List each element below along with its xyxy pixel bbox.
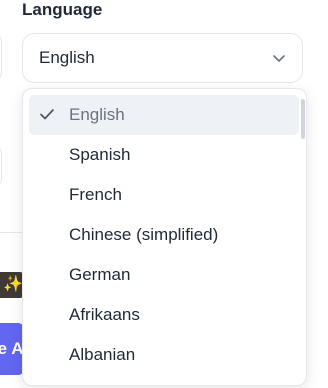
language-option-english[interactable]: English: [29, 95, 299, 135]
dropdown-scrollbar[interactable]: [301, 99, 305, 139]
checkmark-icon: [40, 109, 54, 120]
chevron-down-icon: [273, 55, 285, 62]
background-divider: [0, 232, 24, 233]
language-option-label: Spanish: [69, 145, 131, 164]
language-option-label: French: [69, 185, 122, 204]
sparkles-icon: ✨: [3, 274, 23, 293]
language-option-label: Chinese (simplified): [69, 225, 219, 244]
language-dropdown-menu[interactable]: English Spanish French Chinese (simplifi…: [22, 88, 307, 386]
language-label: Language: [22, 0, 103, 19]
language-option-label: Afrikaans: [69, 305, 140, 324]
language-option-french[interactable]: French: [29, 175, 299, 215]
language-option-albanian[interactable]: Albanian: [29, 335, 299, 375]
background-emoji-thumbnail: ✨: [0, 272, 24, 298]
language-select[interactable]: English: [22, 33, 303, 83]
background-input-field-2: [0, 146, 2, 186]
language-option-chinese-simplified[interactable]: Chinese (simplified): [29, 215, 299, 255]
language-option-label: English: [69, 105, 125, 124]
background-input-field: [0, 34, 2, 80]
language-option-spanish[interactable]: Spanish: [29, 135, 299, 175]
language-option-label: German: [69, 265, 131, 284]
language-option-label: Albanian: [69, 345, 136, 364]
background-button-label: te A: [0, 339, 24, 358]
language-option-german[interactable]: German: [29, 255, 299, 295]
background-primary-button[interactable]: te A: [0, 323, 24, 375]
language-option-afrikaans[interactable]: Afrikaans: [29, 295, 299, 335]
language-select-value: English: [39, 48, 95, 67]
